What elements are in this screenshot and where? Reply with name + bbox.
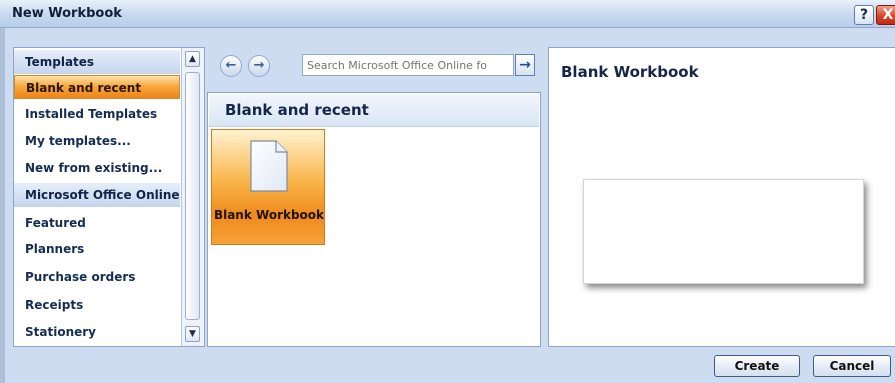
- preview-title: Blank Workbook: [561, 63, 699, 81]
- back-arrow-icon[interactable]: ←: [220, 55, 242, 77]
- sidebar-scrollbar[interactable]: ▲ ▼: [181, 48, 204, 346]
- gallery-toolbar: ← → →: [210, 47, 540, 87]
- blank-document-icon: [250, 140, 288, 192]
- sidebar-item-blank-and-recent[interactable]: Blank and recent: [14, 75, 180, 99]
- sidebar-header-templates: Templates: [14, 50, 180, 74]
- sidebar-item-my-templates[interactable]: My templates...: [14, 129, 180, 153]
- go-arrow-icon[interactable]: →: [515, 54, 535, 76]
- close-button[interactable]: X: [876, 5, 895, 25]
- help-button[interactable]: ?: [854, 5, 874, 25]
- sidebar-item-receipts[interactable]: Receipts: [14, 293, 180, 317]
- sidebar-item-stationery[interactable]: Stationery: [14, 320, 180, 344]
- scrollbar-thumb[interactable]: [185, 72, 200, 320]
- gallery-section-title: Blank and recent: [209, 94, 539, 127]
- template-categories-pane: Templates Blank and recent Installed Tem…: [13, 47, 205, 347]
- workbook-preview-thumbnail: [583, 179, 864, 284]
- scroll-down-icon[interactable]: ▼: [185, 326, 200, 342]
- search-input[interactable]: [302, 54, 514, 76]
- template-gallery: Blank and recent Blank Workbook: [207, 92, 541, 347]
- blank-workbook-tile[interactable]: Blank Workbook: [211, 129, 325, 245]
- sidebar-item-featured[interactable]: Featured: [14, 211, 180, 235]
- forward-arrow-icon[interactable]: →: [248, 55, 270, 77]
- scroll-up-icon[interactable]: ▲: [185, 51, 200, 67]
- sidebar-item-purchase-orders[interactable]: Purchase orders: [14, 265, 180, 289]
- sidebar-item-planners[interactable]: Planners: [14, 237, 180, 261]
- sidebar-item-new-from-existing[interactable]: New from existing...: [14, 156, 180, 180]
- window-title: New Workbook: [12, 6, 122, 21]
- sidebar-item-installed-templates[interactable]: Installed Templates: [14, 102, 180, 126]
- preview-pane: Blank Workbook: [548, 47, 895, 347]
- title-bar: New Workbook ? X: [0, 0, 895, 28]
- cancel-button[interactable]: Cancel: [813, 355, 891, 377]
- create-button[interactable]: Create: [714, 355, 800, 377]
- sidebar-header-office-online: Microsoft Office Online: [14, 183, 180, 207]
- tile-label: Blank Workbook: [213, 208, 325, 222]
